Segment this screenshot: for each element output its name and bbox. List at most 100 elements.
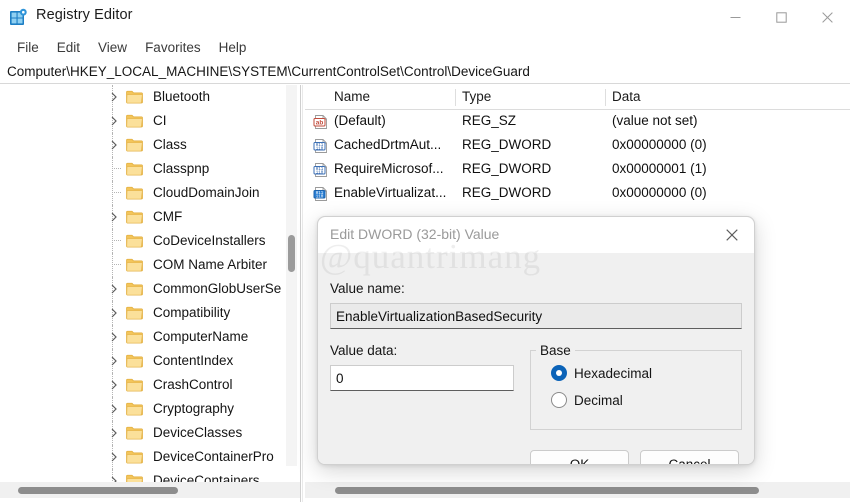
tree-item-commonglobuserse[interactable]: CommonGlobUserSe xyxy=(0,277,284,301)
tree-item-cryptography[interactable]: Cryptography xyxy=(0,397,284,421)
list-item-value-name: EnableVirtualizat... xyxy=(334,185,447,200)
list-header: Name Type Data xyxy=(305,85,850,110)
column-divider-2[interactable] xyxy=(605,89,606,106)
menu-bar: File Edit View Favorites Help xyxy=(0,34,850,60)
tree-item-deviceclasses[interactable]: DeviceClasses xyxy=(0,421,284,445)
list-item[interactable]: 011 110 RequireMicrosof... REG_DWORD 0x00000… xyxy=(305,158,850,182)
radio-hexadecimal-label: Hexadecimal xyxy=(574,365,653,381)
base-group-label: Base xyxy=(536,343,575,358)
list-item-value-data: 0x00000000 (0) xyxy=(612,185,707,200)
menu-item-edit[interactable]: Edit xyxy=(48,37,89,58)
folder-icon xyxy=(126,282,143,296)
tree-vertical-scrollbar[interactable] xyxy=(286,85,297,466)
tree-item-label: Cryptography xyxy=(153,401,235,416)
tree-item-crashcontrol[interactable]: CrashControl xyxy=(0,373,284,397)
edit-dword-dialog: Edit DWORD (32-bit) Value @quantrimang V… xyxy=(317,216,755,465)
tree-horizontal-scrollbar-thumb[interactable] xyxy=(18,487,178,494)
tree-horizontal-scrollbar[interactable] xyxy=(0,482,300,498)
column-header-type[interactable]: Type xyxy=(462,89,491,104)
tree-item-label: CI xyxy=(153,113,167,128)
value-data-input[interactable]: 0 xyxy=(330,365,514,391)
chevron-right-icon[interactable] xyxy=(108,91,120,103)
column-divider-1[interactable] xyxy=(455,89,456,106)
chevron-right-icon[interactable] xyxy=(108,379,120,391)
address-bar[interactable]: Computer\HKEY_LOCAL_MACHINE\SYSTEM\Curre… xyxy=(0,60,850,84)
tree-stub-line xyxy=(112,192,121,193)
value-data-text: 0 xyxy=(336,370,344,386)
window-controls xyxy=(712,0,850,34)
tree-item-devicecontainerpro[interactable]: DeviceContainerPro xyxy=(0,445,284,469)
folder-icon xyxy=(126,258,143,272)
list-item-value-data: 0x00000001 (1) xyxy=(612,161,707,176)
svg-text:ab: ab xyxy=(316,120,324,127)
column-header-data[interactable]: Data xyxy=(612,89,641,104)
ok-button[interactable]: OK xyxy=(530,450,629,464)
chevron-right-icon[interactable] xyxy=(108,283,120,295)
tree-item-cmf[interactable]: CMF xyxy=(0,205,284,229)
folder-icon xyxy=(126,90,143,104)
list-item-value-type: REG_SZ xyxy=(462,113,517,128)
tree-item-bluetooth[interactable]: Bluetooth xyxy=(0,85,284,109)
list-horizontal-scrollbar[interactable] xyxy=(305,482,850,498)
tree-item-compatibility[interactable]: Compatibility xyxy=(0,301,284,325)
tree-item-label: Class xyxy=(153,137,187,152)
cancel-button[interactable]: Cancel xyxy=(640,450,739,464)
menu-item-help[interactable]: Help xyxy=(210,37,256,58)
menu-item-favorites[interactable]: Favorites xyxy=(136,37,210,58)
list-item-value-name: RequireMicrosof... xyxy=(334,161,444,176)
pane-splitter[interactable] xyxy=(300,85,301,502)
list-item[interactable]: 011 110 CachedDrtmAut... REG_DWORD 0x0000000… xyxy=(305,134,850,158)
value-name-label: Value name: xyxy=(330,281,405,296)
tree-item-com-name-arbiter[interactable]: COM Name Arbiter xyxy=(0,253,284,277)
tree-item-ci[interactable]: CI xyxy=(0,109,284,133)
tree-item-label: CoDeviceInstallers xyxy=(153,233,266,248)
tree-stub-line xyxy=(112,264,121,265)
tree-item-label: ComputerName xyxy=(153,329,249,344)
chevron-right-icon[interactable] xyxy=(108,307,120,319)
base-group xyxy=(530,350,742,430)
folder-icon xyxy=(126,162,143,176)
chevron-right-icon[interactable] xyxy=(108,355,120,367)
tree-item-label: ContentIndex xyxy=(153,353,234,368)
tree-item-label: CloudDomainJoin xyxy=(153,185,260,200)
list-horizontal-scrollbar-thumb[interactable] xyxy=(335,487,759,494)
registry-tree-pane[interactable]: Bluetooth CI Class Classpnp CloudDomainJoin C… xyxy=(0,85,284,482)
string-value-icon: ab xyxy=(313,114,329,130)
list-item[interactable]: ab (Default) REG_SZ (value not set) xyxy=(305,110,850,134)
menu-item-file[interactable]: File xyxy=(8,37,48,58)
value-name-input[interactable]: EnableVirtualizationBasedSecurity xyxy=(330,303,742,329)
folder-icon xyxy=(126,450,143,464)
tree-stub-line xyxy=(112,168,121,169)
chevron-right-icon[interactable] xyxy=(108,331,120,343)
list-item-value-type: REG_DWORD xyxy=(462,137,552,152)
tree-item-label: Classpnp xyxy=(153,161,210,176)
tree-item-clouddomainjoin[interactable]: CloudDomainJoin xyxy=(0,181,284,205)
tree-item-contentindex[interactable]: ContentIndex xyxy=(0,349,284,373)
menu-item-view[interactable]: View xyxy=(89,37,136,58)
chevron-right-icon[interactable] xyxy=(108,427,120,439)
tree-item-devicecontainers[interactable]: DeviceContainers xyxy=(0,469,284,482)
maximize-button[interactable] xyxy=(758,0,804,34)
close-button[interactable] xyxy=(804,0,850,34)
tree-item-codeviceinstallers[interactable]: CoDeviceInstallers xyxy=(0,229,284,253)
list-item[interactable]: 011 110 EnableVirtualizat... REG_DWORD 0x000… xyxy=(305,182,850,206)
tree-item-classpnp[interactable]: Classpnp xyxy=(0,157,284,181)
chevron-right-icon[interactable] xyxy=(108,139,120,151)
chevron-right-icon[interactable] xyxy=(108,475,120,482)
chevron-right-icon[interactable] xyxy=(108,451,120,463)
tree-item-class[interactable]: Class xyxy=(0,133,284,157)
dialog-close-button[interactable] xyxy=(710,217,754,252)
radio-decimal[interactable]: Decimal xyxy=(551,392,623,408)
radio-hexadecimal[interactable]: Hexadecimal xyxy=(551,365,652,381)
tree-guide-line xyxy=(112,253,113,277)
folder-icon xyxy=(126,306,143,320)
tree-item-computername[interactable]: ComputerName xyxy=(0,325,284,349)
column-header-name[interactable]: Name xyxy=(334,89,370,104)
tree-vertical-scrollbar-thumb[interactable] xyxy=(288,235,295,272)
value-name-text: EnableVirtualizationBasedSecurity xyxy=(336,308,543,324)
radio-decimal-label: Decimal xyxy=(574,392,623,408)
chevron-right-icon[interactable] xyxy=(108,403,120,415)
chevron-right-icon[interactable] xyxy=(108,115,120,127)
minimize-button[interactable] xyxy=(712,0,758,34)
chevron-right-icon[interactable] xyxy=(108,211,120,223)
